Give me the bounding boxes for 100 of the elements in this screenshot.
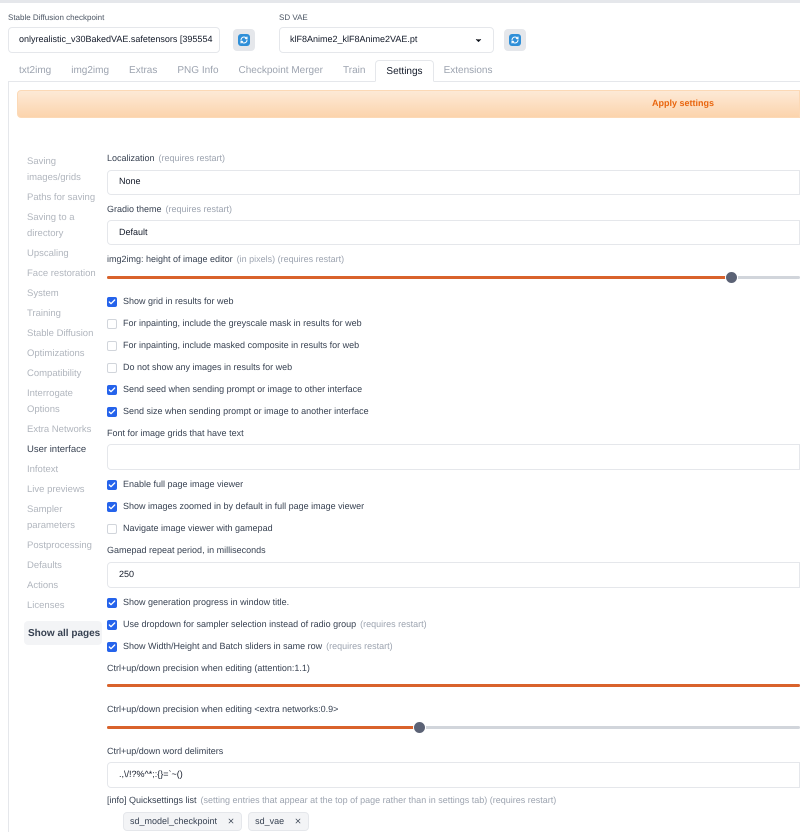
setting-note: (requires restart) <box>166 202 232 216</box>
input-field[interactable] <box>107 444 800 470</box>
checkbox[interactable] <box>107 502 117 512</box>
sidebar-item[interactable]: Sampler parameters <box>27 500 103 536</box>
check-icon <box>108 298 116 306</box>
tab[interactable]: Checkpoint Merger <box>228 59 333 81</box>
checkbox-label: Send size when sending prompt or image to another interface <box>123 404 369 418</box>
sidebar-item[interactable]: Upscaling <box>27 244 103 264</box>
sidebar-item[interactable]: Postprocessing <box>27 536 103 556</box>
tab[interactable]: Settings <box>375 60 434 82</box>
sidebar-item[interactable]: Saving to a directory <box>27 208 103 244</box>
sidebar-item[interactable]: Infotext <box>27 460 103 480</box>
close-icon[interactable] <box>227 817 236 826</box>
setting-label: Localization <box>107 152 155 165</box>
sidebar-item[interactable]: Licenses <box>27 596 103 616</box>
tab[interactable]: Extensions <box>434 59 502 81</box>
setting-note: (requires restart) <box>326 640 393 653</box>
checkbox-label: Use dropdown for sampler selection instead of radio group <box>123 618 356 631</box>
setting-label: Ctrl+up/down word delimiters <box>107 744 224 758</box>
refresh-button[interactable] <box>233 29 255 51</box>
apply-settings-button[interactable]: Apply settings <box>17 90 800 118</box>
setting-label: Gradio theme <box>107 202 162 216</box>
sidebar-item[interactable]: Saving images/grids <box>27 152 103 188</box>
checkbox-label: For inpainting, include masked composite in results for web <box>123 338 360 352</box>
setting-label: Ctrl+up/down precision when editing (attention:1.1) <box>107 662 310 675</box>
check-icon <box>108 386 116 394</box>
sidebar-item[interactable]: Compatibility <box>27 364 103 384</box>
sidebar-item[interactable]: Defaults <box>27 556 103 576</box>
dropdown-field[interactable]: None <box>107 170 800 194</box>
check-icon <box>108 620 116 628</box>
tag-chip[interactable]: sd_model_checkpoint <box>123 812 242 831</box>
checkbox-label: Show grid in results for web <box>123 294 234 308</box>
check-icon <box>108 642 116 650</box>
input-field[interactable]: 250 <box>107 562 800 588</box>
checkbox-label: Show images zoomed in by default in full page image viewer <box>123 500 364 514</box>
setting-label: Ctrl+up/down precision when editing <extra networks:0.9> <box>107 703 338 716</box>
slider-thumb[interactable] <box>412 720 426 734</box>
checkbox-label: Enable full page image viewer <box>123 478 244 492</box>
refresh-button[interactable] <box>504 29 526 51</box>
tag-chip[interactable]: sd_vae <box>248 812 310 831</box>
checkbox-label: Show Width/Height and Batch sliders in same row <box>123 640 322 653</box>
checkbox[interactable] <box>107 362 117 372</box>
setting-note: (requires restart) <box>158 152 226 165</box>
sidebar-item[interactable]: Paths for saving <box>27 188 103 208</box>
sidebar-item[interactable]: Extra Networks <box>27 420 103 440</box>
dropdown-value: onlyrealistic_v30BakedVAE.safetensors [395554 <box>19 33 212 46</box>
checkbox[interactable] <box>107 318 117 328</box>
checkbox[interactable] <box>107 620 117 630</box>
setting-label: [info] Quicksettings list <box>107 794 197 807</box>
checkbox-label: For inpainting, include the greyscale mask in results for web <box>123 316 362 330</box>
dropdown-label: SD VAE <box>279 12 309 24</box>
refresh-icon <box>238 34 250 46</box>
checkbox[interactable] <box>107 406 117 416</box>
sidebar-item[interactable]: Stable Diffusion <box>27 324 103 344</box>
dropdown-field[interactable]: onlyrealistic_v30BakedVAE.safetensors [395554 <box>8 27 220 53</box>
check-icon <box>108 503 116 511</box>
slider[interactable] <box>107 720 800 734</box>
dropdown-field[interactable]: Default <box>107 220 800 245</box>
checkbox[interactable] <box>107 384 117 394</box>
input-field[interactable]: .,\/!?%^*;:{}=`~() <box>107 762 800 788</box>
checkbox[interactable] <box>107 598 117 608</box>
sidebar-item[interactable]: Training <box>27 304 103 324</box>
slider[interactable] <box>107 270 800 284</box>
check-icon <box>108 598 116 606</box>
checkbox[interactable] <box>107 296 117 306</box>
setting-label: img2img: height of image editor <box>107 253 233 266</box>
checkbox-label: Show generation progress in window title. <box>123 596 290 609</box>
dropdown-field[interactable]: klF8Anime2_klF8Anime2VAE.pt <box>279 27 494 53</box>
sidebar-item[interactable]: Optimizations <box>27 344 103 364</box>
checkbox-label: Send seed when sending prompt or image to other interface <box>123 382 362 396</box>
checkbox[interactable] <box>107 524 117 534</box>
checkbox[interactable] <box>107 340 117 350</box>
sidebar-item[interactable]: Live previews <box>27 480 103 500</box>
sidebar-item[interactable]: System <box>27 284 103 304</box>
slider-thumb[interactable] <box>724 270 738 284</box>
check-icon <box>108 481 116 489</box>
sidebar-item[interactable]: Face restoration <box>27 264 103 284</box>
setting-note: (in pixels) (requires restart) <box>236 253 344 266</box>
tab[interactable]: txt2img <box>9 59 62 81</box>
setting-label: Font for image grids that have text <box>107 426 244 440</box>
tab[interactable]: img2img <box>61 59 120 81</box>
checkbox-label: Do not show any images in results for web <box>123 360 292 374</box>
dropdown-value: klF8Anime2_klF8Anime2VAE.pt <box>290 33 418 46</box>
check-icon <box>108 408 116 416</box>
checkbox[interactable] <box>107 480 117 490</box>
close-icon[interactable] <box>294 817 302 826</box>
tab[interactable]: PNG Info <box>167 59 229 81</box>
tab[interactable]: Extras <box>119 59 168 81</box>
show-all-pages-button[interactable]: Show all pages <box>24 621 102 645</box>
checkbox-label: Navigate image viewer with gamepad <box>123 522 273 536</box>
setting-note: (setting entries that appear at the top of page rather than in settings tab) (requires restart) <box>200 794 556 807</box>
refresh-icon <box>509 34 521 46</box>
setting-note: (requires restart) <box>360 618 427 631</box>
setting-label: Gamepad repeat period, in milliseconds <box>107 544 266 557</box>
sidebar-item[interactable]: User interface <box>27 440 103 460</box>
sidebar-item[interactable]: Interrogate Options <box>27 384 103 420</box>
sidebar-item[interactable]: Actions <box>27 576 103 596</box>
dropdown-label: Stable Diffusion checkpoint <box>8 12 106 24</box>
checkbox[interactable] <box>107 642 117 652</box>
tab[interactable]: Train <box>333 59 376 81</box>
